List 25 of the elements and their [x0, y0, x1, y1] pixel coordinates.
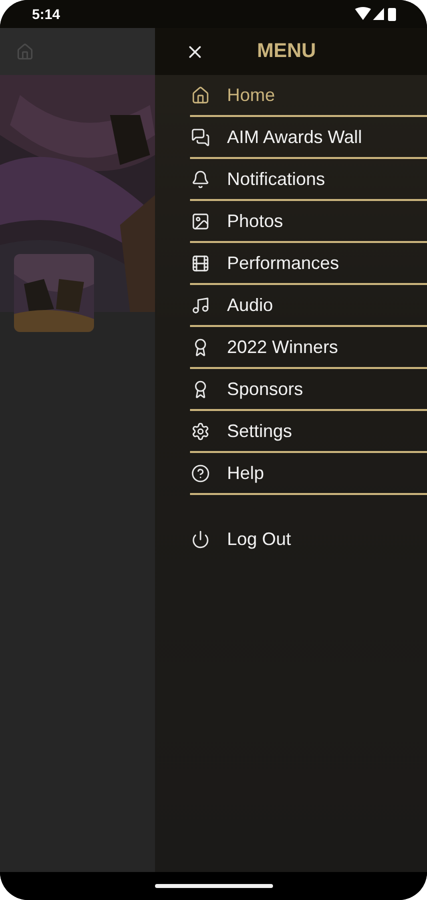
menu-item[interactable]: Photos [190, 201, 427, 243]
menu-item[interactable]: Home [190, 75, 427, 117]
power-icon [191, 530, 210, 548]
menu-item[interactable]: Audio [190, 285, 427, 327]
status-icons [355, 7, 397, 21]
house-icon[interactable] [16, 42, 34, 60]
menu-item[interactable]: AIM Awards Wall [190, 117, 427, 159]
menu-item[interactable]: Performances [190, 243, 427, 285]
menu-item[interactable]: Settings [190, 411, 427, 453]
house-icon [191, 86, 210, 104]
settings-icon [191, 422, 210, 440]
bell-icon [191, 170, 210, 188]
status-time: 5:14 [32, 6, 60, 22]
logout-item[interactable]: Log Out [190, 518, 427, 560]
menu-item[interactable]: Sponsors [190, 369, 427, 411]
chat-bubbles-icon [191, 128, 210, 146]
home-indicator[interactable] [154, 884, 272, 888]
image-icon [191, 212, 210, 230]
film-icon [191, 254, 210, 272]
help-icon [191, 464, 210, 482]
music-note-icon [191, 296, 210, 314]
menu-item[interactable]: 2022 Winners [190, 327, 427, 369]
menu-item[interactable]: Help [190, 453, 427, 495]
menu-item[interactable]: Notifications [190, 159, 427, 201]
menu-title: MENU [257, 40, 316, 63]
